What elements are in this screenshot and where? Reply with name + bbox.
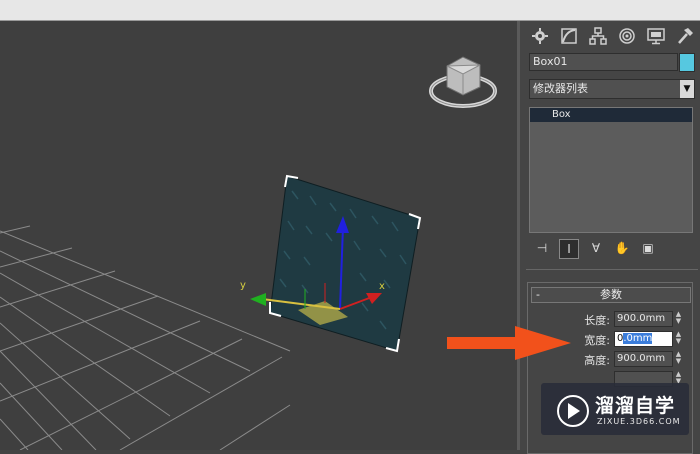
- width-spinner[interactable]: ▲ ▼: [674, 331, 683, 345]
- viewcube[interactable]: [429, 56, 497, 108]
- length-row: 长度: 900.0mm ▲ ▼: [528, 311, 692, 327]
- watermark-title: 溜溜自学: [595, 395, 676, 417]
- length-spinner[interactable]: ▲ ▼: [674, 311, 683, 325]
- display-tab[interactable]: [642, 23, 669, 49]
- axis-x-label: x: [379, 281, 385, 292]
- width-value-selected: .0mm: [623, 333, 653, 344]
- monitor-icon: [646, 28, 665, 45]
- parameters-rollout-header[interactable]: - 参数: [531, 287, 691, 303]
- object-name-field[interactable]: Box01: [529, 53, 678, 71]
- height-spinner[interactable]: ▲ ▼: [674, 351, 683, 365]
- stack-tools: ⊣ I ∀ ✋ ▣: [533, 239, 657, 259]
- panel-divider: [526, 269, 698, 270]
- length-label: 长度:: [584, 314, 610, 327]
- remove-modifier-icon[interactable]: ✋: [613, 239, 631, 257]
- hierarchy-icon: [588, 27, 607, 45]
- pin-stack-icon[interactable]: ⊣: [533, 239, 551, 257]
- create-tab[interactable]: [526, 23, 553, 49]
- watermark-subtitle: ZIXUE.3D66.COM: [597, 417, 681, 426]
- stack-item-box[interactable]: Box: [530, 108, 692, 122]
- modify-tab[interactable]: [555, 23, 582, 49]
- viewport-scene: y x: [0, 56, 497, 450]
- watermark: 溜溜自学 ZIXUE.3D66.COM: [541, 383, 689, 435]
- annotation-arrow: [447, 326, 571, 360]
- height-input[interactable]: 900.0mm: [614, 351, 673, 367]
- play-logo-icon: [557, 395, 589, 427]
- parameters-title: 参数: [600, 288, 622, 301]
- motion-icon: [618, 28, 635, 44]
- axis-y-label: y: [240, 280, 246, 291]
- show-end-result-icon[interactable]: I: [559, 239, 579, 259]
- utilities-tab[interactable]: [671, 23, 698, 49]
- hammer-icon: [677, 28, 693, 44]
- chevron-down-icon[interactable]: ▼: [680, 80, 694, 98]
- top-toolbar-strip: [0, 0, 700, 21]
- modifier-stack[interactable]: Box: [529, 107, 693, 233]
- width-label: 宽度:: [584, 334, 610, 347]
- configure-modifier-sets-icon[interactable]: ▣: [639, 239, 657, 257]
- hierarchy-tab[interactable]: [584, 23, 611, 49]
- gear-icon: [531, 28, 548, 44]
- perspective-viewport[interactable]: y x: [0, 21, 517, 450]
- make-unique-icon[interactable]: ∀: [587, 239, 605, 257]
- command-panel-tabs: [526, 23, 698, 49]
- modifier-list-dropdown[interactable]: 修改器列表 ▼: [529, 79, 695, 99]
- width-input[interactable]: 0.0mm: [614, 331, 673, 347]
- object-color-swatch[interactable]: [679, 53, 695, 72]
- home-grid: [0, 225, 291, 450]
- length-input[interactable]: 900.0mm: [614, 311, 673, 327]
- motion-tab[interactable]: [613, 23, 640, 49]
- modifier-list-label: 修改器列表: [533, 82, 588, 95]
- modify-bend-icon: [560, 28, 577, 44]
- height-label: 高度:: [584, 354, 610, 367]
- box01-object[interactable]: y x: [240, 174, 422, 353]
